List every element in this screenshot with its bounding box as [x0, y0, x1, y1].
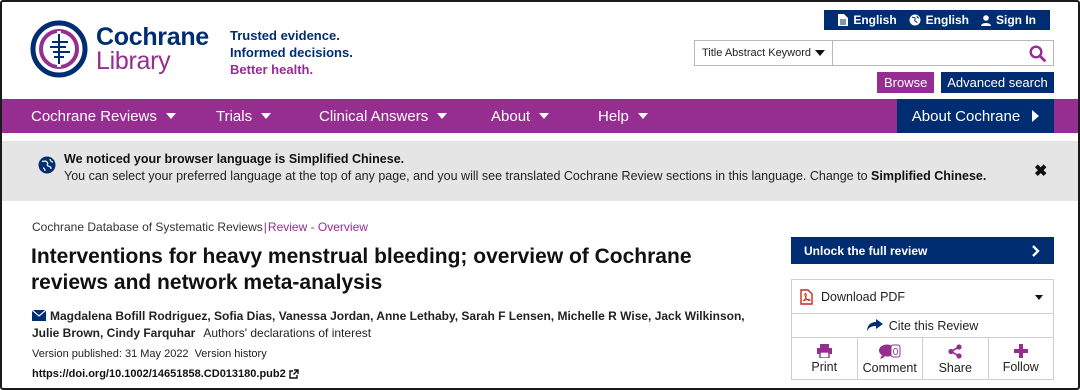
- breadcrumb: Cochrane Database of Systematic Reviews|…: [32, 220, 368, 234]
- share-button[interactable]: Share: [923, 338, 989, 380]
- print-button[interactable]: Print: [792, 338, 858, 380]
- caret-down-icon: [539, 113, 550, 119]
- follow-label: Follow: [1002, 360, 1039, 374]
- comment-label: Comment: [862, 360, 917, 375]
- about-cochrane-label: About Cochrane: [911, 107, 1021, 125]
- caret-down-icon: [261, 113, 272, 119]
- share-icon: [948, 343, 962, 359]
- nav-label: About: [491, 107, 531, 125]
- nav-label: Trials: [216, 107, 253, 125]
- external-link-icon: [289, 369, 299, 379]
- search-scope-select[interactable]: Title Abstract Keyword: [695, 41, 833, 65]
- cite-this-review-button[interactable]: Cite this Review: [792, 314, 1053, 338]
- doi-text: https://doi.org/10.1002/14651858.CD01318…: [32, 368, 286, 380]
- plus-icon: [1013, 344, 1028, 358]
- unlock-label: Unlock the full review: [804, 243, 928, 258]
- notice-text: You can select your preferred language a…: [64, 169, 868, 183]
- comment-count: 0: [892, 347, 898, 358]
- sign-in-label: Sign In: [996, 13, 1036, 27]
- unlock-full-review-button[interactable]: Unlock the full review: [791, 237, 1054, 264]
- page-frame: Cochrane Library Trusted evidence. Infor…: [0, 0, 1080, 390]
- nav-trials[interactable]: Trials: [216, 99, 272, 133]
- declarations-link[interactable]: Authors' declarations of interest: [203, 326, 371, 340]
- caret-down-icon: [165, 113, 176, 119]
- share-arrow-icon: [866, 319, 883, 331]
- page-title: Interventions for heavy menstrual bleedi…: [31, 245, 692, 294]
- caret-down-icon: [637, 113, 648, 119]
- advanced-search-button[interactable]: Advanced search: [941, 72, 1054, 93]
- document-language-label: English: [853, 13, 897, 27]
- nav-label: Clinical Answers: [319, 107, 429, 125]
- authors-names[interactable]: Magdalena Bofill Rodriguez, Sofia Dias, …: [32, 309, 745, 340]
- caret-down-icon: [815, 50, 826, 56]
- envelope-icon[interactable]: [32, 310, 46, 321]
- utility-bar: English English Sign In: [824, 10, 1050, 30]
- site-language-selector[interactable]: English: [909, 13, 969, 27]
- caret-down-icon: [1035, 295, 1043, 300]
- version-published: Version published: 31 May 2022: [32, 348, 189, 360]
- globe-icon: [909, 14, 921, 26]
- language-notice: We noticed your browser language is Simp…: [2, 141, 1078, 201]
- review-type-link[interactable]: Review - Overview: [268, 220, 368, 234]
- logo-line-1: Cochrane: [96, 23, 209, 51]
- cite-label: Cite this Review: [888, 318, 979, 333]
- caret-right-icon: [1032, 110, 1040, 122]
- version-history-link[interactable]: Version history: [195, 348, 267, 360]
- author-list: Magdalena Bofill Rodriguez, Sofia Dias, …: [32, 308, 762, 342]
- document-icon: [838, 14, 849, 26]
- search-button[interactable]: [1021, 41, 1053, 65]
- globe-icon: [38, 156, 56, 174]
- nav-label: Cochrane Reviews: [31, 107, 157, 125]
- change-language-link[interactable]: Simplified Chinese.: [871, 169, 986, 183]
- search-scope-label: Title Abstract Keyword: [702, 47, 812, 59]
- download-pdf-label: Download PDF: [821, 289, 906, 304]
- document-language-selector[interactable]: English: [838, 13, 897, 27]
- doi-link[interactable]: https://doi.org/10.1002/14651858.CD01318…: [32, 368, 299, 380]
- notice-body: You can select your preferred language a…: [64, 169, 986, 183]
- pdf-icon: [800, 288, 813, 305]
- action-buttons: Print 0 Comment Share Follow: [792, 338, 1053, 380]
- printer-icon: [816, 344, 832, 358]
- search-icon: [1028, 44, 1046, 62]
- comment-button[interactable]: 0 Comment: [858, 338, 923, 380]
- logo-line-2: Library: [96, 47, 171, 75]
- search-bar: Title Abstract Keyword: [694, 40, 1054, 66]
- share-label: Share: [938, 360, 972, 375]
- download-pdf-dropdown[interactable]: Download PDF: [792, 280, 1053, 314]
- nav-help[interactable]: Help: [598, 99, 648, 133]
- cochrane-logo-icon: [30, 20, 88, 78]
- tagline-line-3: Better health.: [230, 62, 314, 77]
- comment-icon: 0: [878, 344, 901, 359]
- nav-label: Help: [598, 107, 629, 125]
- chevron-right-icon: [1032, 245, 1040, 257]
- search-input[interactable]: [833, 41, 1021, 65]
- notice-title: We noticed your browser language is Simp…: [64, 152, 405, 166]
- site-language-label: English: [925, 13, 969, 27]
- cochrane-library-logo[interactable]: Cochrane Library: [30, 20, 209, 78]
- print-label: Print: [811, 360, 838, 374]
- follow-button[interactable]: Follow: [989, 338, 1054, 380]
- source-label: Cochrane Database of Systematic Reviews: [32, 220, 263, 234]
- sign-in-link[interactable]: Sign In: [981, 13, 1036, 27]
- nav-cochrane-reviews[interactable]: Cochrane Reviews: [31, 99, 176, 133]
- nav-clinical-answers[interactable]: Clinical Answers: [319, 99, 448, 133]
- close-icon[interactable]: ✖: [1034, 161, 1047, 181]
- nav-about[interactable]: About: [491, 99, 550, 133]
- tagline-line-1: Trusted evidence.: [230, 28, 340, 43]
- user-icon: [981, 14, 991, 26]
- review-actions-panel: Download PDF Cite this Review Print 0 Co…: [791, 279, 1054, 380]
- version-info: Version published: 31 May 2022 Version hi…: [32, 348, 267, 360]
- about-cochrane-button[interactable]: About Cochrane: [897, 99, 1054, 133]
- caret-down-icon: [437, 113, 448, 119]
- breadcrumb-separator: |: [263, 220, 267, 234]
- tagline-line-2: Informed decisions.: [230, 45, 353, 60]
- tagline: Trusted evidence. Informed decisions. Be…: [230, 27, 353, 78]
- logo-wordmark: Cochrane Library: [96, 23, 209, 75]
- browse-button[interactable]: Browse: [877, 72, 935, 93]
